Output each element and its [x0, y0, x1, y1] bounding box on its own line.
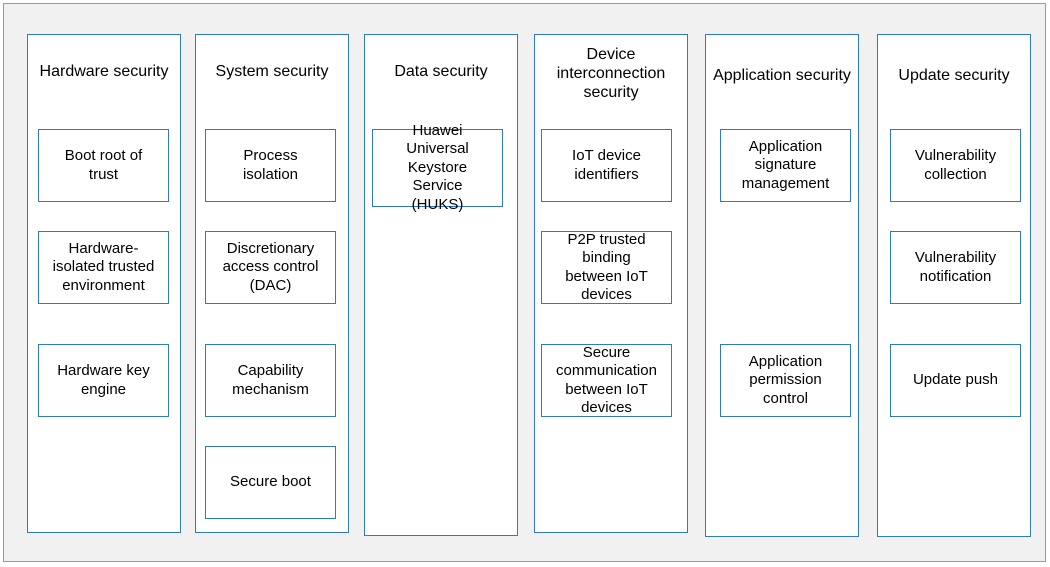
diagram-frame: Hardware security Boot root of trust Har…: [3, 3, 1046, 562]
item-box: Secure boot: [205, 446, 336, 519]
column-title: Update security: [898, 66, 1010, 84]
column-application-security: Application security: [705, 34, 859, 537]
item-box: Capability mechanism: [205, 344, 336, 417]
column-title: Device interconnection security: [556, 45, 666, 101]
item-box: Hardware key engine: [38, 344, 169, 417]
column-title: Hardware security: [39, 62, 169, 80]
column-title: Application security: [713, 66, 851, 84]
column-data-security: Data security: [364, 34, 518, 536]
column-title: Data security: [394, 62, 488, 80]
item-box: Hardware-isolated trusted environment: [38, 231, 169, 304]
item-box: Boot root of trust: [38, 129, 169, 202]
item-box: P2P trusted binding between IoT devices: [541, 231, 672, 304]
item-box: Vulnerability notification: [890, 231, 1021, 304]
item-box: Application permission control: [720, 344, 851, 417]
item-box: Update push: [890, 344, 1021, 417]
item-box: Secure communication between IoT devices: [541, 344, 672, 417]
item-box: Process isolation: [205, 129, 336, 202]
item-box: Discretionary access control (DAC): [205, 231, 336, 304]
column-title: System security: [215, 62, 329, 80]
item-box: Huawei Universal Keystore Service (HUKS): [372, 122, 503, 213]
item-box: Application signature management: [720, 129, 851, 202]
item-box: Vulnerability collection: [890, 129, 1021, 202]
item-box: IoT device identifiers: [541, 129, 672, 202]
